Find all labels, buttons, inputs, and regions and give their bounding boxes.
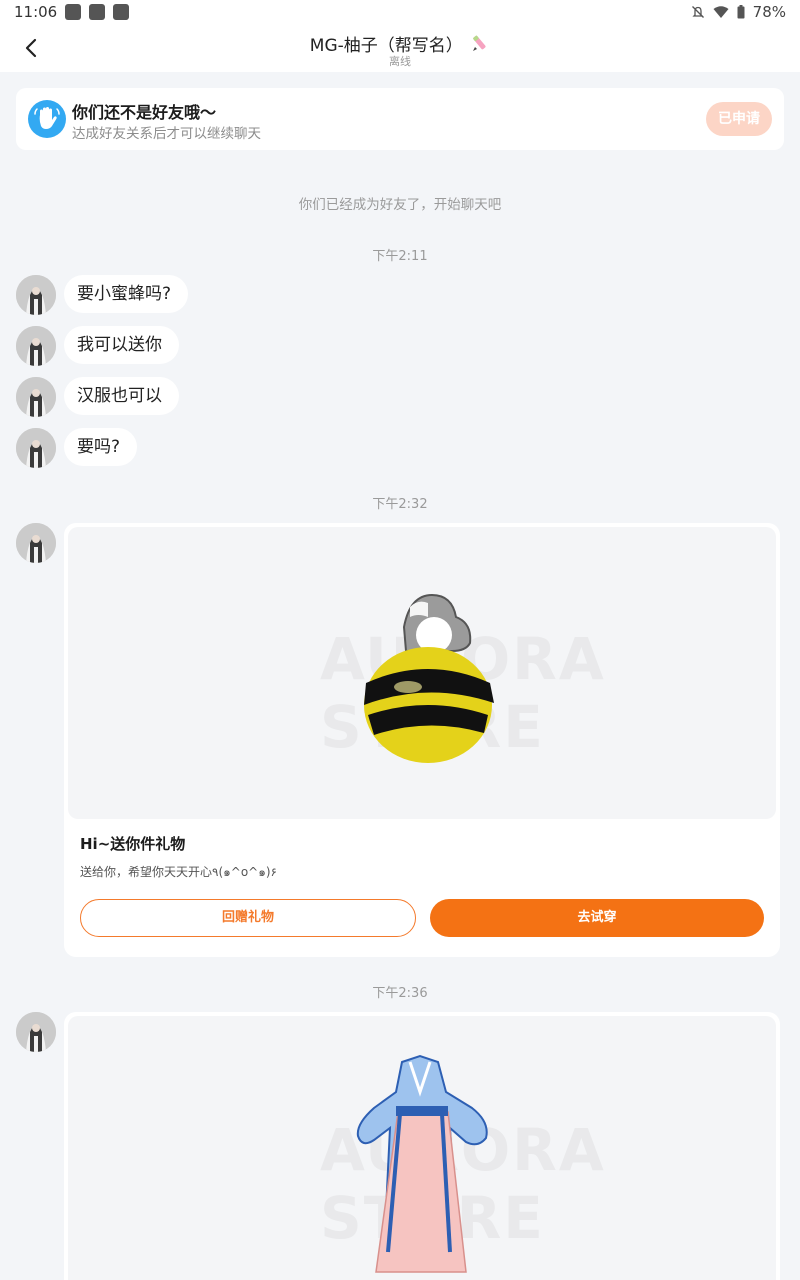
not-friend-banner: 你们还不是好友哦～ 达成好友关系后才可以继续聊天 已申请 [16, 88, 784, 150]
avatar[interactable] [16, 428, 56, 468]
try-on-button[interactable]: 去试穿 [430, 899, 764, 937]
status-bar: 11:06 78% [0, 0, 800, 24]
avatar[interactable] [16, 1012, 56, 1052]
gift-card[interactable]: AURORA STORE [64, 1012, 780, 1280]
return-gift-button[interactable]: 回赠礼物 [80, 899, 416, 937]
notification-square-icon [65, 4, 81, 20]
message-bubble[interactable]: 要吗? [64, 428, 138, 466]
mute-icon [691, 5, 705, 19]
timestamp: 下午2:11 [372, 249, 428, 264]
gift-image[interactable]: AURORA STORE [68, 527, 776, 819]
avatar[interactable] [16, 326, 56, 366]
wave-hand-icon [28, 100, 66, 138]
gift-title: Hi~送你件礼物 [80, 835, 186, 853]
applied-button[interactable]: 已申请 [706, 102, 772, 136]
bee-costume-image [364, 593, 494, 763]
battery-percent: 78% [752, 3, 786, 21]
status-right: 78% [691, 3, 786, 21]
system-message: 你们已经成为好友了，开始聊天吧 [298, 197, 502, 213]
avatar[interactable] [16, 377, 56, 417]
message-bubble[interactable]: 要小蜜蜂吗? [64, 275, 189, 313]
avatar[interactable] [16, 523, 56, 563]
status-time: 11:06 [14, 3, 58, 21]
gift-description: 送给你，希望你天天开心٩(๑^o^๑)۶ [80, 865, 277, 879]
banner-title: 你们还不是好友哦～ [72, 103, 217, 122]
gift-image[interactable]: AURORA STORE [68, 1016, 776, 1280]
notification-square-icon [89, 4, 105, 20]
gift-card[interactable]: AURORA STORE Hi~送你件礼物 送给你，希望你天天开心٩(๑^o^๑… [64, 523, 780, 957]
battery-icon [737, 5, 745, 19]
message-bubble[interactable]: 我可以送你 [64, 326, 179, 364]
timestamp: 下午2:36 [372, 986, 428, 1001]
hanfu-dress-image [356, 1054, 488, 1273]
avatar[interactable] [16, 275, 56, 315]
chat-header: MG-柚子（帮写名） 离线 [0, 24, 800, 72]
banner-subtitle: 达成好友关系后才可以继续聊天 [72, 126, 261, 142]
message-bubble[interactable]: 汉服也可以 [64, 377, 179, 415]
wifi-icon [713, 5, 729, 19]
notification-square-icon [113, 4, 129, 20]
timestamp: 下午2:32 [372, 497, 428, 512]
chat-online-status: 离线 [389, 55, 411, 68]
